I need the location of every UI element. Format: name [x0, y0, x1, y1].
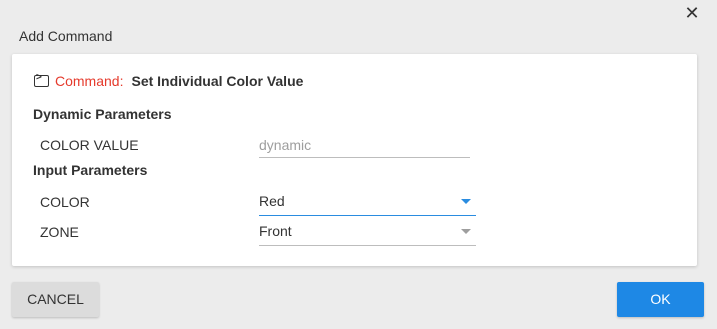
color-select-box[interactable]: Red — [259, 193, 476, 216]
command-label: Command — [55, 73, 120, 89]
dialog-title: Add Command — [19, 28, 113, 44]
command-name: Set Individual Color Value — [131, 73, 304, 89]
command-colon: : — [119, 73, 124, 89]
zone-select-box[interactable]: Front — [259, 223, 476, 246]
command-header: Command : Set Individual Color Value — [34, 72, 304, 89]
dynamic-parameters-heading: Dynamic Parameters — [33, 106, 172, 122]
ok-button[interactable]: OK — [617, 282, 704, 317]
input-parameters-heading: Input Parameters — [33, 162, 148, 178]
command-card: Command : Set Individual Color Value Dyn… — [12, 54, 697, 266]
color-value-label: COLOR VALUE — [40, 137, 139, 153]
close-icon[interactable]: ✕ — [683, 4, 701, 22]
color-select[interactable]: Red — [259, 193, 476, 216]
terminal-icon — [34, 72, 49, 87]
chevron-down-icon[interactable] — [461, 199, 471, 204]
add-command-dialog: ✕ Add Command Command : Set Individual C… — [0, 0, 717, 329]
cancel-button[interactable]: CANCEL — [12, 282, 99, 317]
zone-select-value: Front — [259, 223, 292, 239]
color-label: COLOR — [40, 194, 90, 210]
zone-select[interactable]: Front — [259, 223, 476, 246]
color-select-value: Red — [259, 193, 285, 209]
chevron-down-icon[interactable] — [461, 229, 471, 234]
color-value-input[interactable]: dynamic — [259, 137, 470, 158]
zone-label: ZONE — [40, 224, 79, 240]
color-value-field[interactable]: dynamic — [259, 137, 470, 158]
